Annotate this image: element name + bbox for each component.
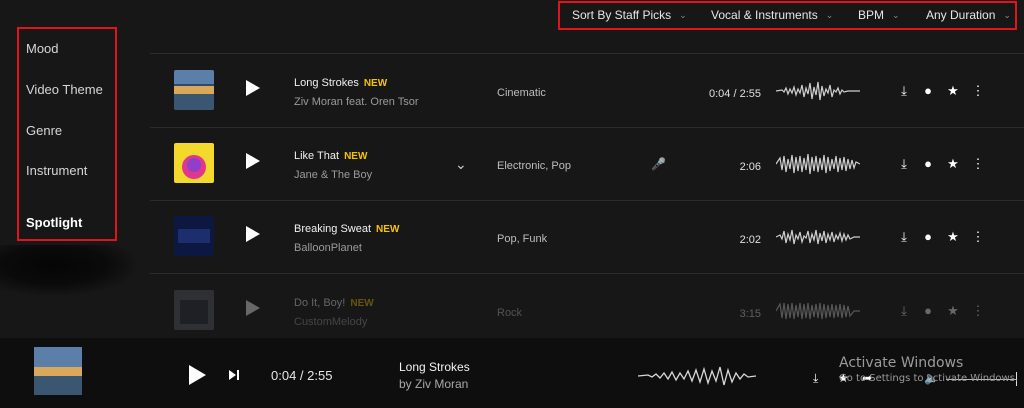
chevron-down-icon: ⌄	[892, 9, 900, 20]
divider	[150, 127, 1024, 128]
player-title[interactable]: Long Strokes	[399, 360, 470, 374]
star-icon[interactable]: ★	[945, 229, 961, 245]
play-icon[interactable]	[246, 80, 260, 96]
new-badge: NEW	[376, 224, 400, 235]
track-cover[interactable]	[174, 143, 214, 183]
vocal-dropdown[interactable]: Vocal & Instruments ⌄	[711, 8, 833, 22]
star-icon[interactable]: ★	[945, 156, 961, 172]
share-icon[interactable]: ➦	[862, 371, 872, 385]
waveform[interactable]	[776, 152, 860, 176]
vocal-label: Vocal & Instruments	[711, 8, 818, 22]
more-icon[interactable]: ⋮	[970, 303, 986, 319]
star-icon[interactable]: ★	[945, 303, 961, 319]
track-title[interactable]: Breaking Sweat	[294, 223, 371, 235]
track-genre[interactable]: Rock	[497, 307, 522, 319]
sidebar-item-instrument[interactable]: Instrument	[26, 163, 87, 178]
track-time: 3:15	[739, 308, 761, 320]
player-waveform[interactable]	[638, 362, 756, 390]
track-row[interactable]: Long Strokes NEW Ziv Moran feat. Oren Tso…	[150, 67, 1024, 140]
download-icon[interactable]: ⤓	[813, 371, 818, 386]
chevron-down-icon: ⌄	[825, 9, 834, 20]
similar-icon[interactable]: ●	[920, 303, 936, 319]
sort-dropdown[interactable]: Sort By Staff Picks ⌄	[572, 8, 687, 22]
sidebar-item-genre[interactable]: Genre	[26, 123, 62, 138]
track-cover[interactable]	[174, 216, 214, 256]
filter-bar: Sort By Staff Picks ⌄ Vocal & Instruments…	[558, 1, 1017, 30]
track-artist[interactable]: CustomMelody	[294, 316, 367, 328]
more-icon[interactable]: ⋮	[970, 83, 986, 99]
chevron-down-icon[interactable]: ⌄	[455, 156, 467, 173]
microphone-icon: 🎤	[651, 157, 666, 171]
track-title-line[interactable]: Like That NEW	[294, 150, 367, 162]
track-cover[interactable]	[174, 290, 214, 330]
track-cover[interactable]	[174, 70, 214, 110]
new-badge: NEW	[363, 78, 388, 89]
track-time: 2:02	[739, 234, 761, 246]
play-icon[interactable]	[246, 153, 260, 169]
waveform[interactable]	[776, 299, 860, 323]
more-icon[interactable]: ⋮	[970, 156, 986, 172]
player-time: 0:04 / 2:55	[271, 368, 333, 383]
play-icon[interactable]	[246, 300, 260, 316]
track-time: 0:04 / 2:55	[709, 88, 761, 100]
skip-next-icon[interactable]	[228, 369, 240, 381]
volume-slider[interactable]	[946, 379, 1016, 380]
track-title-line[interactable]: Do It, Boy! NEW	[294, 297, 374, 309]
bpm-dropdown[interactable]: BPM ⌄	[858, 8, 900, 22]
track-title[interactable]: Like That	[294, 150, 339, 162]
download-icon[interactable]: ⤓	[896, 229, 912, 245]
track-time: 2:06	[739, 161, 761, 173]
play-icon[interactable]	[246, 226, 260, 242]
waveform[interactable]	[776, 79, 860, 103]
bpm-label: BPM	[858, 8, 885, 22]
player-bar: 0:04 / 2:55 Long Strokes by Ziv Moran ⤓ …	[0, 338, 1024, 408]
track-title[interactable]: Long Strokes	[294, 77, 359, 89]
track-title[interactable]: Do It, Boy!	[294, 297, 345, 309]
track-genre[interactable]: Electronic, Pop	[497, 160, 571, 172]
sort-label: Sort By Staff Picks	[572, 8, 672, 22]
download-icon[interactable]: ⤓	[896, 303, 912, 319]
player-artist[interactable]: by Ziv Moran	[399, 377, 468, 391]
duration-label: Any Duration	[926, 8, 996, 22]
track-genre[interactable]: Cinematic	[497, 87, 546, 99]
volume-icon[interactable]: 🔈	[924, 371, 939, 385]
track-title-line[interactable]: Long Strokes NEW	[294, 77, 387, 89]
sidebar-item-spotlight[interactable]: Spotlight	[26, 215, 82, 230]
track-row[interactable]: Like That NEW Jane & The Boy ⌄ Electronic…	[150, 140, 1024, 213]
play-icon[interactable]	[189, 365, 206, 385]
track-row[interactable]: Breaking Sweat NEW BalloonPlanet Pop, Fun…	[150, 213, 1024, 286]
sidebar-shadow	[0, 245, 135, 295]
track-artist[interactable]: BalloonPlanet	[294, 242, 362, 254]
new-badge: NEW	[344, 151, 368, 162]
track-title-line[interactable]: Breaking Sweat NEW	[294, 223, 399, 235]
volume-handle[interactable]	[1016, 372, 1017, 386]
similar-icon[interactable]: ●	[920, 156, 936, 172]
more-icon[interactable]: ⋮	[970, 229, 986, 245]
track-genre[interactable]: Pop, Funk	[497, 233, 547, 245]
star-icon[interactable]: ★	[945, 83, 961, 99]
divider	[150, 53, 1024, 54]
new-badge: NEW	[350, 298, 374, 309]
category-sidebar: Mood Video Theme Genre Instrument Spotli…	[17, 27, 117, 241]
download-icon[interactable]: ⤓	[896, 156, 912, 172]
player-cover[interactable]	[34, 347, 82, 395]
download-icon[interactable]: ⤓	[896, 83, 912, 99]
star-icon[interactable]: ★	[838, 371, 849, 385]
divider	[150, 200, 1024, 201]
similar-icon[interactable]: ●	[920, 83, 936, 99]
waveform[interactable]	[776, 225, 860, 249]
track-artist[interactable]: Jane & The Boy	[294, 169, 372, 181]
sidebar-item-video-theme[interactable]: Video Theme	[26, 82, 103, 97]
chevron-down-icon: ⌄	[1003, 9, 1011, 20]
similar-icon[interactable]: ●	[920, 229, 936, 245]
chevron-down-icon: ⌄	[679, 9, 687, 20]
divider	[150, 273, 1024, 274]
duration-dropdown[interactable]: Any Duration ⌄	[926, 8, 1011, 22]
track-artist[interactable]: Ziv Moran feat. Oren Tsor	[294, 96, 419, 108]
sidebar-item-mood[interactable]: Mood	[26, 41, 59, 56]
